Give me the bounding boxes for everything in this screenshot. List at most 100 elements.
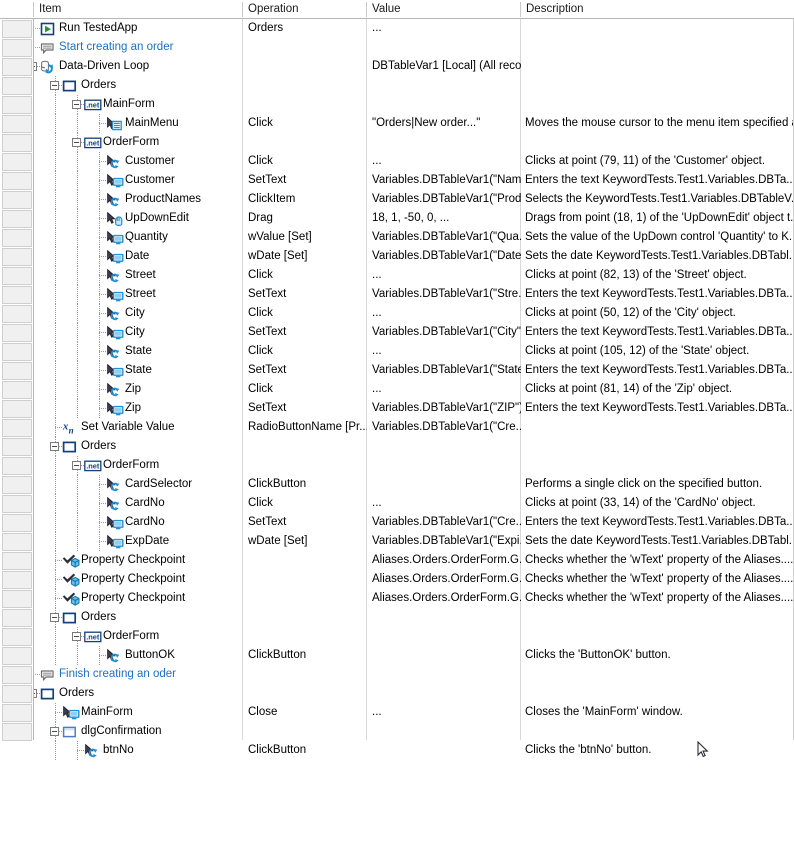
cell-description[interactable]: Clicks the 'ButtonOK' button. <box>521 646 793 665</box>
cell-value[interactable] <box>367 38 521 57</box>
cell-operation[interactable] <box>243 684 367 703</box>
cell-item[interactable]: MainForm <box>34 703 243 722</box>
tree-row[interactable]: City SetText Variables.DBTableVar1("City")… <box>0 323 794 342</box>
cell-value[interactable]: Variables.DBTableVar1("City") <box>367 323 521 342</box>
cell-description[interactable] <box>521 76 793 95</box>
tree-row[interactable]: State Click... Clicks at point (105, 12) o… <box>0 342 794 361</box>
column-header-operation[interactable]: Operation <box>243 0 367 18</box>
cell-description[interactable] <box>521 456 793 475</box>
tree-row[interactable]: Start creating an order <box>0 38 794 57</box>
cell-value[interactable]: Variables.DBTableVar1("Stre... <box>367 285 521 304</box>
cell-item[interactable]: ProductNames <box>34 190 243 209</box>
cell-operation[interactable]: Click <box>243 494 367 513</box>
cell-value[interactable]: "Orders|New order..." <box>367 114 521 133</box>
tree-row[interactable]: CardNo SetText Variables.DBTableVar1("Cre.… <box>0 513 794 532</box>
cell-operation[interactable]: RadioButtonName [Pr... <box>243 418 367 437</box>
cell-description[interactable] <box>521 684 793 703</box>
column-header-description[interactable]: Description <box>521 0 793 18</box>
cell-item[interactable]: .net OrderForm <box>34 456 243 475</box>
tree-item-label[interactable]: ProductNames <box>125 190 201 209</box>
tree-expander-collapse[interactable] <box>50 81 59 90</box>
cell-description[interactable] <box>521 418 793 437</box>
tree-item-label[interactable]: Customer <box>125 152 175 171</box>
cell-item[interactable]: Run TestedApp <box>34 19 243 38</box>
tree-row[interactable]: Property Checkpoint Aliases.Orders.OrderF… <box>0 570 794 589</box>
tree-row[interactable]: ButtonOK ClickButton Clicks the 'ButtonOK'… <box>0 646 794 665</box>
cell-operation[interactable] <box>243 665 367 684</box>
cell-value[interactable]: Aliases.Orders.OrderForm.G... <box>367 589 521 608</box>
cell-value[interactable] <box>367 456 521 475</box>
tree-item-label[interactable]: Set Variable Value <box>81 418 175 437</box>
tree-item-label[interactable]: City <box>125 323 145 342</box>
tree-row[interactable]: dlgConfirmation <box>0 722 794 741</box>
tree-expander-collapse[interactable] <box>72 138 81 147</box>
tree-expander-collapse[interactable] <box>34 62 37 71</box>
header-separator-item[interactable] <box>33 2 34 17</box>
cell-description[interactable]: Clicks the 'btnNo' button. <box>521 741 793 760</box>
cell-item[interactable]: .net OrderForm <box>34 133 243 152</box>
cell-item[interactable]: Property Checkpoint <box>34 589 243 608</box>
cell-value[interactable] <box>367 95 521 114</box>
cell-operation[interactable] <box>243 95 367 114</box>
cell-operation[interactable]: Click <box>243 152 367 171</box>
cell-description[interactable]: Checks whether the 'wText' property of t… <box>521 551 793 570</box>
tree-item-label[interactable]: UpDownEdit <box>125 209 189 228</box>
cell-operation[interactable] <box>243 627 367 646</box>
cell-description[interactable]: Sets the date KeywordTests.Test1.Variabl… <box>521 247 793 266</box>
cell-description[interactable] <box>521 627 793 646</box>
tree-item-label[interactable]: Orders <box>81 76 116 95</box>
tree-item-label[interactable]: CardNo <box>125 494 165 513</box>
tree-row[interactable]: City Click... Clicks at point (50, 12) of … <box>0 304 794 323</box>
tree-item-label[interactable]: dlgConfirmation <box>81 722 162 741</box>
cell-item[interactable]: Finish creating an oder <box>34 665 243 684</box>
tree-row[interactable]: ExpDate wDate [Set] Variables.DBTableVar1(… <box>0 532 794 551</box>
cell-item[interactable]: Customer <box>34 171 243 190</box>
cell-operation[interactable]: SetText <box>243 323 367 342</box>
tree-row[interactable]: Street Click... Clicks at point (82, 13) o… <box>0 266 794 285</box>
cell-value[interactable]: Aliases.Orders.OrderForm.G... <box>367 551 521 570</box>
cell-item[interactable]: .net MainForm <box>34 95 243 114</box>
tree-expander-collapse[interactable] <box>72 461 81 470</box>
cell-value[interactable] <box>367 437 521 456</box>
cell-operation[interactable] <box>243 38 367 57</box>
tree-row[interactable]: State SetText Variables.DBTableVar1("State… <box>0 361 794 380</box>
cell-value[interactable]: Variables.DBTableVar1("Cre... <box>367 418 521 437</box>
header-separator-description[interactable] <box>520 2 521 17</box>
tree-item-label[interactable]: Data-Driven Loop <box>59 57 149 76</box>
cell-value[interactable]: ... <box>367 152 521 171</box>
cell-value[interactable]: Variables.DBTableVar1("Prod... <box>367 190 521 209</box>
cell-description[interactable]: Drags from point (18, 1) of the 'UpDownE… <box>521 209 793 228</box>
cell-operation[interactable]: ClickButton <box>243 741 367 760</box>
tree-item-label[interactable]: Run TestedApp <box>59 19 137 38</box>
cell-operation[interactable]: wDate [Set] <box>243 247 367 266</box>
cell-value[interactable]: Variables.DBTableVar1("State") <box>367 361 521 380</box>
cell-description[interactable]: Enters the text KeywordTests.Test1.Varia… <box>521 171 793 190</box>
cell-item[interactable]: Orders <box>34 608 243 627</box>
cell-item[interactable]: Data-Driven Loop <box>34 57 243 76</box>
cell-item[interactable]: ExpDate <box>34 532 243 551</box>
cell-operation[interactable]: Orders <box>243 19 367 38</box>
cell-description[interactable] <box>521 608 793 627</box>
cell-description[interactable]: Clicks at point (105, 12) of the 'State'… <box>521 342 793 361</box>
header-separator-operation[interactable] <box>242 2 243 17</box>
cell-item[interactable]: Zip <box>34 399 243 418</box>
cell-item[interactable]: State <box>34 361 243 380</box>
keyword-test-grid[interactable]: Item Operation Value Description Run Tested… <box>0 0 794 861</box>
tree-item-label[interactable]: Orders <box>81 608 116 627</box>
header-separator-value[interactable] <box>366 2 367 17</box>
cell-operation[interactable]: ClickButton <box>243 646 367 665</box>
tree-row[interactable]: UpDownEdit Drag 18, 1, -50, 0, ... Drags fr… <box>0 209 794 228</box>
cell-description[interactable] <box>521 437 793 456</box>
tree-row[interactable]: Finish creating an oder <box>0 665 794 684</box>
cell-item[interactable]: CardSelector <box>34 475 243 494</box>
tree-item-label[interactable]: Finish creating an oder <box>59 665 176 684</box>
tree-row[interactable]: .net OrderForm <box>0 456 794 475</box>
tree-row[interactable]: Run TestedApp Orders... <box>0 19 794 38</box>
cell-description[interactable]: Performs a single click on the specified… <box>521 475 793 494</box>
cell-item[interactable]: Start creating an order <box>34 38 243 57</box>
tree-expander-collapse[interactable] <box>50 613 59 622</box>
cell-item[interactable]: City <box>34 323 243 342</box>
cell-value[interactable] <box>367 133 521 152</box>
tree-row[interactable]: CardSelector ClickButton Performs a single… <box>0 475 794 494</box>
cell-operation[interactable]: SetText <box>243 399 367 418</box>
